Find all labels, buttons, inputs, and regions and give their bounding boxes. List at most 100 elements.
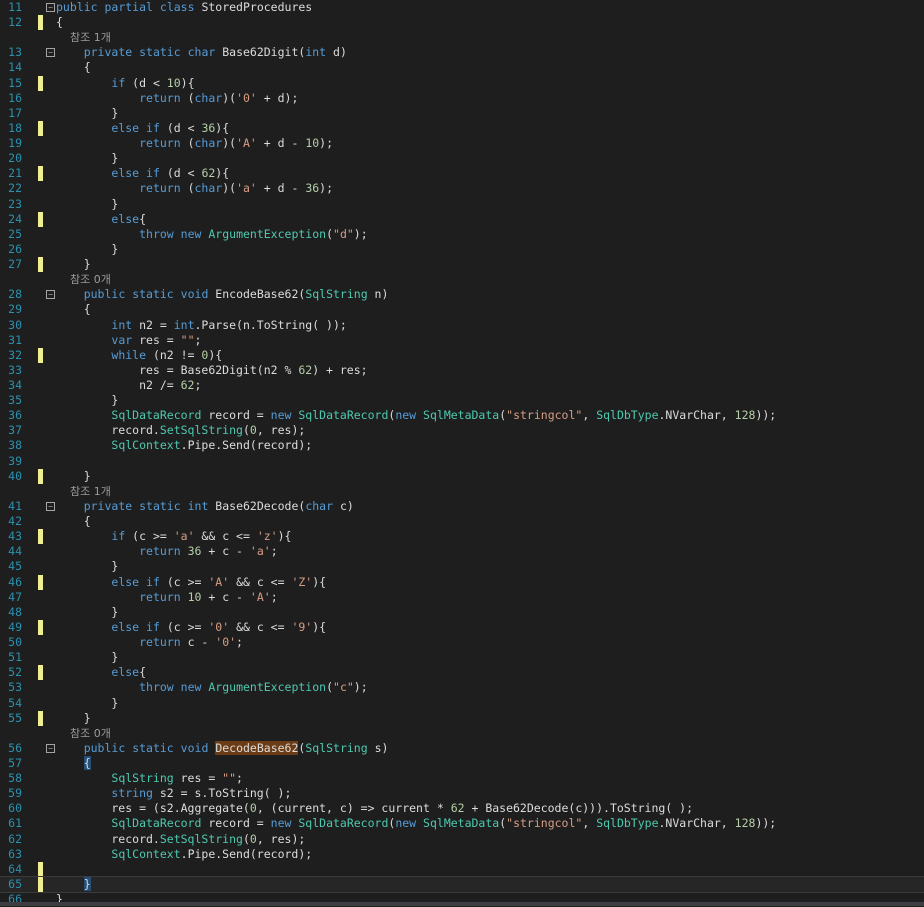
collapse-icon[interactable]: − xyxy=(46,501,55,511)
code-line: 27 } xyxy=(0,257,924,273)
code-text: } xyxy=(56,695,119,710)
line-number: 37 xyxy=(8,423,22,438)
change-marker xyxy=(38,861,43,877)
codelens-reference-count[interactable]: 참조 0개 xyxy=(0,726,924,741)
code-text: private static int Base62Decode(char c) xyxy=(83,498,354,513)
code-line: 41 − private static int Base62Decode(char… xyxy=(0,499,924,514)
code-text: { xyxy=(83,756,91,770)
line-number: 62 xyxy=(8,831,22,846)
code-text: } xyxy=(56,196,119,211)
code-text: } xyxy=(56,241,119,256)
line-number: 43 xyxy=(8,529,22,544)
code-text: res = Base62Digit(n2 % 62) + res; xyxy=(56,362,368,377)
code-text: record.SetSqlString(0, res); xyxy=(56,831,306,846)
reference-count-text: 참조 1개 xyxy=(56,31,111,45)
collapse-icon[interactable]: − xyxy=(46,3,55,12)
code-text: record.SetSqlString(0, res); xyxy=(56,423,306,438)
code-line: 42 { xyxy=(0,514,924,529)
codelens-reference-count[interactable]: 참조 1개 xyxy=(0,30,924,45)
line-number: 20 xyxy=(8,151,22,166)
code-line: 38 SqlContext.Pipe.Send(record); xyxy=(0,438,924,453)
code-text: else{ xyxy=(111,665,147,680)
reference-count-text: 참조 0개 xyxy=(56,273,111,287)
code-text: else if (d < 62){ xyxy=(111,166,230,181)
code-line: 23 } xyxy=(0,197,924,212)
codelens-reference-count[interactable]: 참조 1개 xyxy=(0,484,924,499)
line-number: 19 xyxy=(8,136,22,151)
code-line: 59 string s2 = s.ToString( ); xyxy=(0,786,924,801)
change-marker xyxy=(38,15,43,31)
line-number: 45 xyxy=(8,559,22,574)
code-line: 62 record.SetSqlString(0, res); xyxy=(0,832,924,847)
line-number: 64 xyxy=(8,861,22,876)
code-line: 24 else{ xyxy=(0,211,924,227)
collapse-icon[interactable]: − xyxy=(46,290,55,300)
change-marker xyxy=(38,211,43,227)
code-line: 56 − public static void DecodeBase62(SqlS… xyxy=(0,740,924,756)
code-line: 37 record.SetSqlString(0, res); xyxy=(0,423,924,438)
code-line: 39 xyxy=(0,454,924,469)
code-text: private static char Base62Digit(int d) xyxy=(83,45,347,60)
code-text: public static void EncodeBase62(SqlStrin… xyxy=(83,287,389,302)
code-line: 40 } xyxy=(0,468,924,484)
code-text: string s2 = s.ToString( ); xyxy=(111,786,292,801)
line-number: 13 xyxy=(8,45,22,60)
code-text: { xyxy=(56,302,91,317)
code-line: 52 else{ xyxy=(0,665,924,681)
code-line: 60 res = (s2.Aggregate(0, (current, c) =… xyxy=(0,801,924,816)
reference-count-text: 참조 0개 xyxy=(56,726,111,740)
code-line: 22 return (char)('a' + d - 36); xyxy=(0,181,924,196)
code-line: 26 } xyxy=(0,242,924,257)
line-number: 44 xyxy=(8,544,22,559)
line-number: 58 xyxy=(8,771,22,786)
code-line: 18 else if (d < 36){ xyxy=(0,120,924,136)
line-number: 54 xyxy=(8,695,22,710)
code-line: 50 return c - '0'; xyxy=(0,635,924,650)
change-marker xyxy=(38,347,43,363)
code-line: 17 } xyxy=(0,106,924,121)
code-line: 64 xyxy=(0,861,924,877)
code-line: 13 − private static char Base62Digit(int … xyxy=(0,45,924,60)
code-text: return (char)('0' + d); xyxy=(139,90,299,105)
code-editor[interactable]: 11− public partial class StoredProcedures… xyxy=(0,0,924,906)
line-number: 35 xyxy=(8,393,22,408)
code-text: SqlContext.Pipe.Send(record); xyxy=(111,846,313,861)
collapse-icon[interactable]: − xyxy=(46,48,55,58)
code-line: 63 SqlContext.Pipe.Send(record); xyxy=(0,847,924,862)
line-number: 65 xyxy=(8,876,22,891)
line-number: 18 xyxy=(8,120,22,135)
code-text: } xyxy=(56,710,91,725)
code-line: 45 } xyxy=(0,559,924,574)
line-number: 30 xyxy=(8,317,22,332)
codelens-reference-count[interactable]: 참조 0개 xyxy=(0,272,924,287)
line-number: 15 xyxy=(8,75,22,90)
collapse-icon[interactable]: − xyxy=(46,743,55,753)
code-line: 30 int n2 = int.Parse(n.ToString( )); xyxy=(0,318,924,333)
code-text: return (char)('a' + d - 36); xyxy=(139,181,334,196)
line-number: 48 xyxy=(8,604,22,619)
code-text: } xyxy=(56,257,91,272)
code-text: } xyxy=(56,393,119,408)
code-line: 21 else if (d < 62){ xyxy=(0,166,924,182)
line-number: 27 xyxy=(8,257,22,272)
code-line: 29 { xyxy=(0,302,924,317)
line-number: 33 xyxy=(8,362,22,377)
code-text: while (n2 != 0){ xyxy=(111,347,223,362)
line-number: 14 xyxy=(8,60,22,75)
line-number: 57 xyxy=(8,756,22,770)
line-number: 41 xyxy=(8,498,22,513)
line-number: 25 xyxy=(8,226,22,241)
code-line: 11 − public partial class StoredProcedures xyxy=(0,0,924,15)
horizontal-scrollbar[interactable] xyxy=(0,902,924,906)
change-marker xyxy=(38,619,43,635)
code-text: var res = ""; xyxy=(111,332,202,347)
code-line: 65 } xyxy=(0,875,924,893)
code-text: return 36 + c - 'a'; xyxy=(139,544,278,559)
line-number: 59 xyxy=(8,786,22,801)
line-number: 21 xyxy=(8,166,22,181)
line-number: 16 xyxy=(8,90,22,105)
code-text: SqlDataRecord record = new SqlDataRecord… xyxy=(111,816,777,831)
line-number: 23 xyxy=(8,196,22,211)
reference-count-text: 참조 1개 xyxy=(56,484,111,498)
line-number: 47 xyxy=(8,589,22,604)
